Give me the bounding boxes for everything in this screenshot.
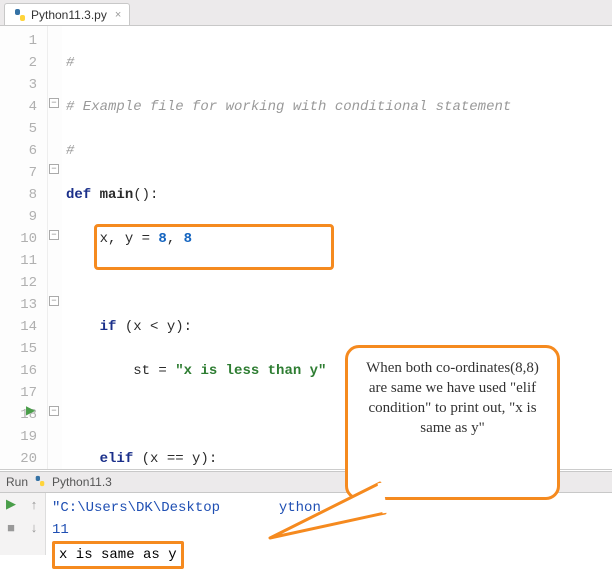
line-number: 1 [0, 30, 37, 52]
line-number: 3 [0, 74, 37, 96]
fold-toggle-icon[interactable]: − [49, 296, 59, 306]
output-highlight: x is same as y [52, 541, 184, 569]
up-arrow-icon[interactable]: ↑ [25, 495, 43, 513]
line-number: 4 [0, 96, 37, 118]
line-number: 12 [0, 272, 37, 294]
code-editor[interactable]: 1 2 3 4 5 6 7 8 9 10 11 12 13 14 15 16 1… [0, 26, 612, 469]
file-tab[interactable]: Python11.3.py × [4, 3, 130, 25]
rerun-icon[interactable]: ▶ [2, 495, 20, 513]
run-panel-header: Run Python11.3 [0, 471, 612, 493]
line-number: 16 [0, 360, 37, 382]
line-number: 5 [0, 118, 37, 140]
tab-filename: Python11.3.py [31, 8, 107, 22]
run-config-name[interactable]: Python11.3 [52, 475, 112, 489]
run-line-marker-icon[interactable]: ▶ [26, 400, 35, 422]
run-panel: ▶ ↑ ■ ↓ "C:\Users\DK\Desktop ython n 11 … [0, 493, 612, 555]
line-number: 6 [0, 140, 37, 162]
fold-column: − − − − − [48, 26, 62, 469]
console-command: "C:\Users\DK\Desktop [52, 500, 220, 516]
close-icon[interactable]: × [115, 9, 121, 21]
console-output[interactable]: "C:\Users\DK\Desktop ython n 11 x is sam… [46, 493, 612, 555]
line-number: 11 [0, 250, 37, 272]
run-toolbar: ▶ ↑ ■ ↓ [0, 493, 46, 555]
line-number: 9 [0, 206, 37, 228]
tab-bar: Python11.3.py × [0, 0, 612, 26]
python-file-icon [13, 8, 27, 22]
python-file-icon [34, 475, 46, 490]
line-number: 19 [0, 426, 37, 448]
fold-toggle-icon[interactable]: − [49, 230, 59, 240]
fold-toggle-icon[interactable]: − [49, 98, 59, 108]
fold-toggle-icon[interactable]: − [49, 164, 59, 174]
line-number: 8 [0, 184, 37, 206]
code-content[interactable]: # # Example file for working with condit… [62, 26, 612, 469]
line-number: 10 [0, 228, 37, 250]
down-arrow-icon[interactable]: ↓ [25, 518, 43, 536]
line-number-gutter: 1 2 3 4 5 6 7 8 9 10 11 12 13 14 15 16 1… [0, 26, 48, 469]
line-number: 20 [0, 448, 37, 469]
editor-area: Python11.3.py × 1 2 3 4 5 6 7 8 9 10 11 … [0, 0, 612, 470]
fold-toggle-icon[interactable]: − [49, 406, 59, 416]
run-label: Run [6, 475, 28, 489]
line-number: 14 [0, 316, 37, 338]
line-number: 15 [0, 338, 37, 360]
program-output: x is same as y [59, 547, 177, 563]
stop-icon[interactable]: ■ [2, 518, 20, 536]
line-number: 13 [0, 294, 37, 316]
line-number: 7 [0, 162, 37, 184]
line-number: 2 [0, 52, 37, 74]
